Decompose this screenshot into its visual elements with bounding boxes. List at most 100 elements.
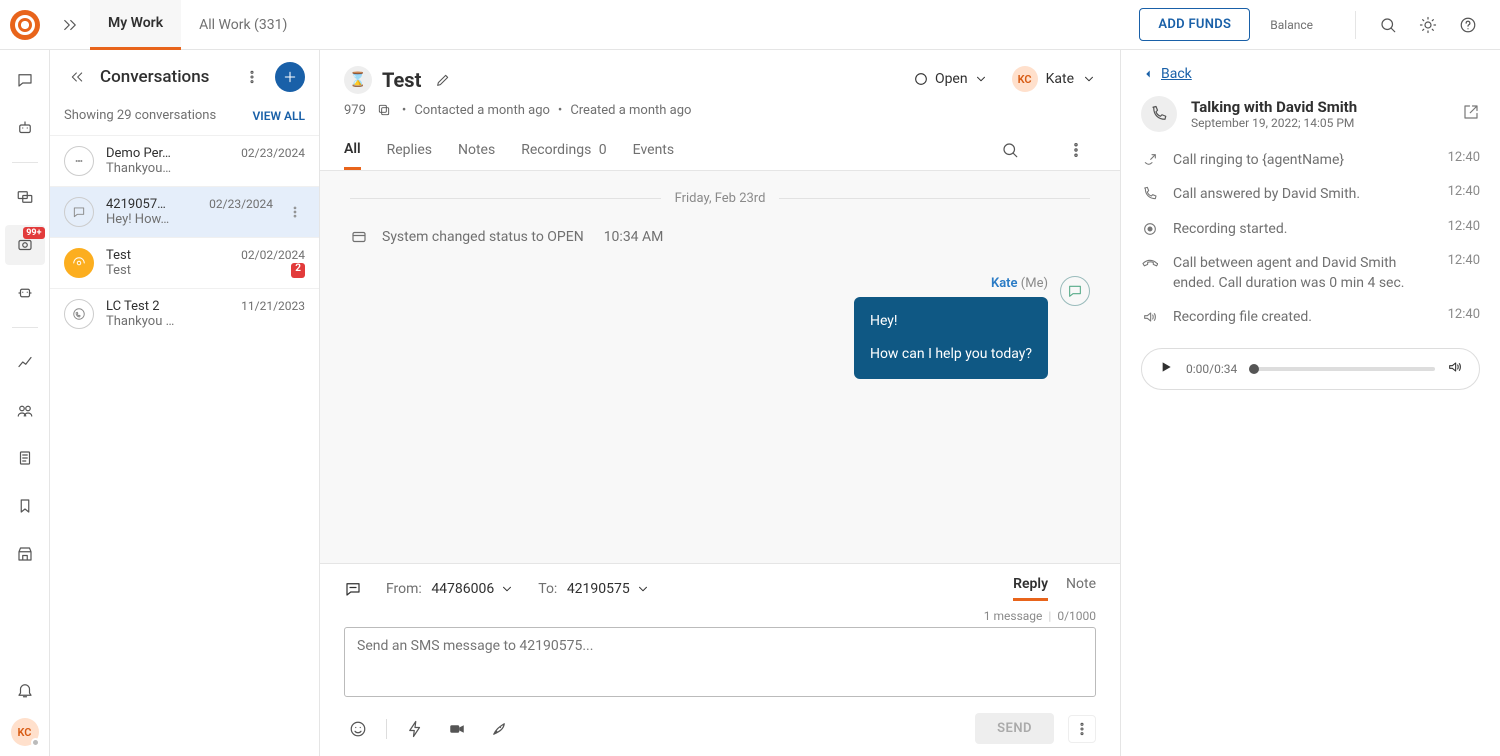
log-row-time: 12:40 (1448, 219, 1480, 234)
log-row-time: 12:40 (1448, 253, 1480, 268)
conv-item-more[interactable] (285, 197, 305, 227)
status-dropdown[interactable]: Open (913, 71, 988, 87)
tab-events[interactable]: Events (633, 132, 674, 168)
chevron-down-icon (974, 72, 988, 86)
tab-all-work[interactable]: All Work (331) (181, 0, 305, 50)
balance-label: Balance (1270, 18, 1313, 32)
call-log-row: Recording file created.12:40 (1141, 307, 1480, 327)
player-track[interactable] (1249, 367, 1435, 371)
rocket-button[interactable] (485, 715, 513, 743)
send-more-button[interactable] (1068, 715, 1096, 743)
video-icon (448, 720, 466, 738)
collapse-nav-button[interactable] (50, 5, 90, 45)
new-conversation-button[interactable] (275, 62, 305, 92)
log-row-icon (1141, 255, 1159, 271)
rail-bot[interactable] (5, 108, 45, 148)
play-button[interactable] (1158, 359, 1174, 379)
conv-item-preview: Thankyou… (106, 161, 171, 176)
rail-notes[interactable] (5, 438, 45, 478)
add-funds-button[interactable]: ADD FUNDS (1139, 8, 1250, 41)
emoji-button[interactable] (344, 715, 372, 743)
conversation-id: 979 (344, 103, 366, 118)
log-row-time: 12:40 (1448, 150, 1480, 165)
chevron-down-icon (500, 582, 514, 596)
smiley-icon (349, 720, 367, 738)
view-all-link[interactable]: VIEW ALL (252, 109, 305, 123)
conversation-item[interactable]: LC Test 211/21/2023Thankyou … (50, 288, 319, 339)
plus-icon (282, 69, 298, 85)
note-icon (16, 449, 34, 467)
log-row-icon (1141, 186, 1159, 202)
tab-my-work[interactable]: My Work (90, 0, 181, 50)
contacted-label: Contacted a month ago (414, 103, 550, 118)
message-bubble: Hey! How can I help you today? (854, 297, 1048, 379)
rail-inbox[interactable]: 99+ (5, 225, 45, 265)
chevrons-left-icon (69, 69, 85, 85)
edit-title-button[interactable] (431, 68, 455, 92)
assignee-avatar: KC (1012, 66, 1038, 92)
composer-tab-reply[interactable]: Reply (1013, 576, 1048, 601)
tab-notes[interactable]: Notes (458, 132, 495, 168)
assignee-dropdown[interactable]: KC Kate (1012, 66, 1096, 92)
conversation-item[interactable]: 4219057…02/23/2024Hey! How… (50, 186, 319, 237)
log-row-text: Recording started. (1173, 219, 1434, 239)
tab-recordings[interactable]: Recordings 0 (521, 132, 606, 168)
rail-notifications[interactable] (5, 670, 45, 710)
app-logo[interactable] (0, 0, 50, 50)
to-dropdown[interactable]: 42190575 (567, 581, 650, 597)
rail-contacts[interactable] (5, 390, 45, 430)
hourglass-icon: ⌛ (344, 66, 372, 94)
popout-button[interactable] (1462, 103, 1480, 125)
call-log-row: Call answered by David Smith.12:40 (1141, 184, 1480, 204)
conv-item-preview: Test (106, 263, 131, 278)
rail-store[interactable] (5, 534, 45, 574)
system-event: System changed status to OPEN 10:34 AM (350, 222, 1090, 252)
log-row-time: 12:40 (1448, 307, 1480, 322)
more-vert-icon (1074, 721, 1090, 737)
log-row-text: Call between agent and David Smith ended… (1173, 253, 1434, 294)
from-dropdown[interactable]: 44786006 (431, 581, 514, 597)
phone-icon (1150, 105, 1168, 123)
tab-replies[interactable]: Replies (387, 132, 432, 168)
back-link[interactable]: Back (1141, 66, 1480, 82)
conv-item-icon (64, 248, 94, 278)
conv-item-title: Demo Per… (106, 146, 171, 161)
help-button[interactable] (1448, 5, 1488, 45)
search-button[interactable] (1368, 5, 1408, 45)
copy-icon (377, 103, 391, 117)
conv-collapse-button[interactable] (64, 64, 90, 90)
more-vert-icon (244, 69, 260, 85)
lightning-icon (406, 720, 424, 738)
audio-player[interactable]: 0:00/0:34 (1141, 348, 1480, 390)
rail-conversations[interactable] (5, 177, 45, 217)
conv-more-button[interactable] (239, 64, 265, 90)
send-button[interactable]: SEND (975, 713, 1054, 744)
date-divider: Friday, Feb 23rd (675, 191, 766, 206)
rail-analytics[interactable] (5, 342, 45, 382)
volume-icon (1447, 359, 1463, 375)
timeline-more-button[interactable] (1056, 130, 1096, 170)
message-input[interactable] (344, 627, 1096, 697)
conversation-item[interactable]: Demo Per…02/23/2024Thankyou… (50, 135, 319, 186)
rail-ai[interactable] (5, 273, 45, 313)
tab-all[interactable]: All (344, 131, 361, 170)
copy-id-button[interactable] (374, 100, 394, 120)
theme-toggle-button[interactable] (1408, 5, 1448, 45)
message-meta: Kate (Me) (854, 276, 1048, 291)
rail-user-avatar[interactable]: KC (11, 718, 39, 746)
composer-tab-note[interactable]: Note (1066, 576, 1096, 601)
volume-button[interactable] (1447, 359, 1463, 379)
contacts-icon (16, 401, 34, 419)
rail-bookmarks[interactable] (5, 486, 45, 526)
video-button[interactable] (443, 715, 471, 743)
conv-item-date: 02/02/2024 (241, 248, 305, 263)
help-icon (1459, 16, 1477, 34)
play-icon (1158, 359, 1174, 375)
conversation-item[interactable]: Test02/02/2024Test2 (50, 237, 319, 288)
quick-action-button[interactable] (401, 715, 429, 743)
conv-item-date: 11/21/2023 (241, 299, 305, 314)
call-header-icon (1141, 96, 1177, 132)
timeline-search-button[interactable] (990, 130, 1030, 170)
rail-chat[interactable] (5, 60, 45, 100)
conv-item-icon (64, 146, 94, 176)
